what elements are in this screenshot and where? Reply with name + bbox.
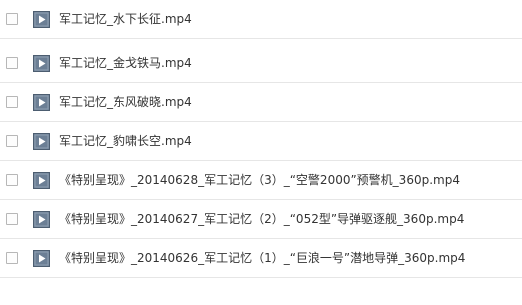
file-list: 军工记忆_水下长征.mp4 军工记忆_金戈铁马.mp4 军工记忆_东风破晓.mp… <box>0 0 522 305</box>
row-checkbox[interactable] <box>6 252 18 264</box>
video-file-icon <box>33 94 50 111</box>
video-file-icon <box>33 172 50 189</box>
video-file-icon <box>33 133 50 150</box>
video-file-icon <box>33 11 50 28</box>
file-name[interactable]: 军工记忆_豹啸长空.mp4 <box>59 133 192 150</box>
row-checkbox[interactable] <box>6 57 18 69</box>
file-row[interactable]: 军工记忆_水下长征.mp4 <box>0 0 522 39</box>
video-file-icon <box>33 55 50 72</box>
row-checkbox[interactable] <box>6 174 18 186</box>
file-row[interactable]: 军工记忆_豹啸长空.mp4 <box>0 122 522 161</box>
row-checkbox[interactable] <box>6 213 18 225</box>
file-name[interactable]: 军工记忆_东风破晓.mp4 <box>59 94 192 111</box>
video-file-icon <box>33 250 50 267</box>
file-name[interactable]: 《特别呈现》_20140628_军工记忆（3）_“空警2000”预警机_360p… <box>59 172 460 189</box>
file-row[interactable]: 军工记忆_东风破晓.mp4 <box>0 83 522 122</box>
row-checkbox[interactable] <box>6 135 18 147</box>
video-file-icon <box>33 211 50 228</box>
row-checkbox[interactable] <box>6 13 18 25</box>
file-row[interactable]: 《特别呈现》_20140627_军工记忆（2）_“052型”导弹驱逐舰_360p… <box>0 200 522 239</box>
row-checkbox[interactable] <box>6 96 18 108</box>
file-name[interactable]: 《特别呈现》_20140627_军工记忆（2）_“052型”导弹驱逐舰_360p… <box>59 211 464 228</box>
file-row[interactable]: 《特别呈现》_20140626_军工记忆（1）_“巨浪一号”潜地导弹_360p.… <box>0 239 522 278</box>
file-name[interactable]: 军工记忆_金戈铁马.mp4 <box>59 55 192 72</box>
file-name[interactable]: 军工记忆_水下长征.mp4 <box>59 11 192 28</box>
file-row[interactable]: 军工记忆_金戈铁马.mp4 <box>0 44 522 83</box>
file-name[interactable]: 《特别呈现》_20140626_军工记忆（1）_“巨浪一号”潜地导弹_360p.… <box>59 250 465 267</box>
file-row[interactable]: 《特别呈现》_20140628_军工记忆（3）_“空警2000”预警机_360p… <box>0 161 522 200</box>
